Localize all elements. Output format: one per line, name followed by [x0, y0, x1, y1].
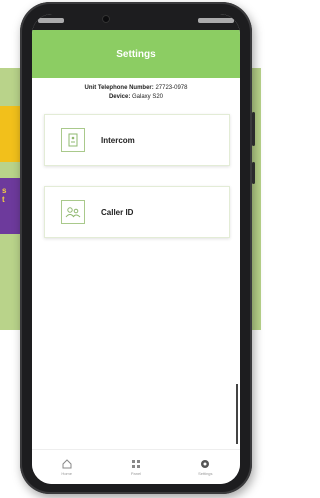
front-camera [102, 15, 110, 23]
phone-number-value: 27723-0978 [155, 85, 188, 91]
caller-id-icon [61, 200, 85, 224]
phone-screen: Settings Unit Telephone Number: 27723-09… [32, 14, 240, 484]
scrollbar[interactable] [236, 384, 238, 444]
home-icon [62, 458, 72, 468]
volume-button [252, 112, 255, 146]
bottom-nav: Home Panel Settings [32, 449, 240, 484]
nav-item-home[interactable]: Home [42, 458, 92, 476]
grid-icon [131, 459, 140, 468]
phone-frame: Settings Unit Telephone Number: 27723-09… [20, 2, 255, 494]
menu-card-caller-id[interactable]: Caller ID [44, 186, 230, 238]
menu-card-intercom[interactable]: Intercom [44, 114, 230, 166]
phone-number-label: Unit Telephone Number: [84, 85, 154, 91]
backdrop-purple-tab: s t [0, 178, 20, 234]
nav-label: Home [61, 470, 72, 476]
menu-card-label: Intercom [101, 135, 135, 145]
backdrop-yellow-tab [0, 106, 20, 162]
status-bar [32, 14, 240, 30]
nav-item-settings[interactable]: Settings [180, 459, 230, 476]
status-time [38, 18, 64, 23]
menu-card-label: Caller ID [101, 207, 134, 217]
nav-item-panel[interactable]: Panel [111, 459, 161, 476]
unit-info: Unit Telephone Number: 27723-0978 Device… [32, 84, 240, 102]
backdrop-purple-text: s t [2, 186, 7, 204]
intercom-icon [61, 128, 85, 152]
settings-icon [201, 459, 210, 468]
status-icons [198, 18, 234, 23]
nav-label: Panel [130, 470, 142, 476]
device-value: Galaxy S20 [132, 94, 164, 100]
app-bar: Settings [32, 30, 240, 78]
page-title: Settings [116, 48, 156, 60]
power-button [252, 162, 255, 184]
device-label: Device: [108, 94, 131, 100]
nav-label: Settings [198, 470, 213, 476]
